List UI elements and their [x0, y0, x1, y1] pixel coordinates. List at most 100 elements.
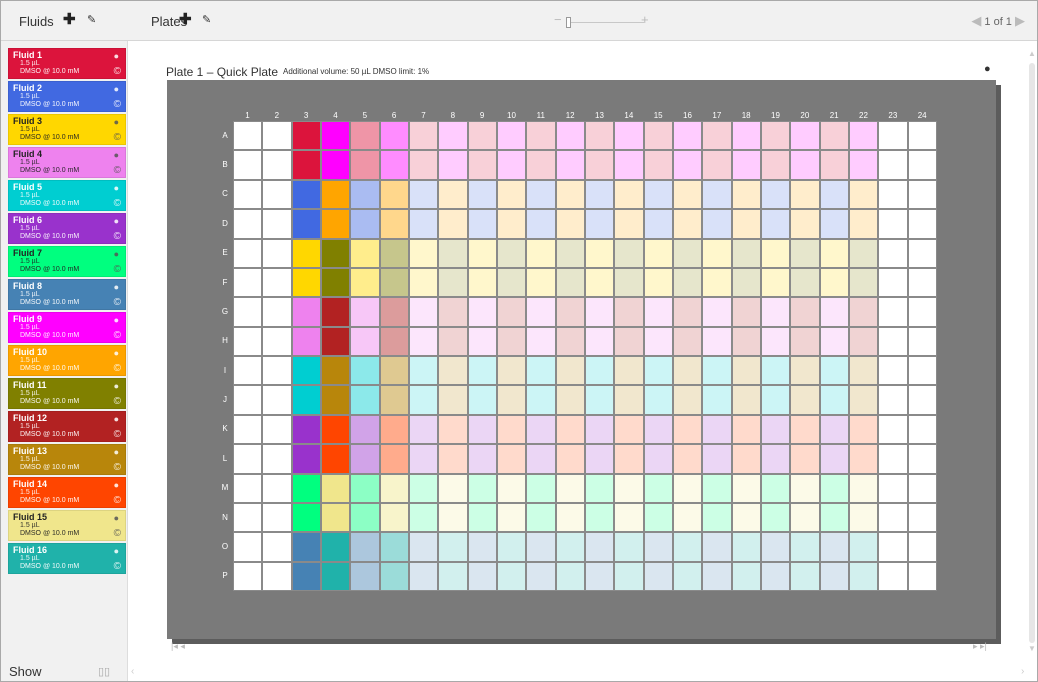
well[interactable] [673, 121, 703, 151]
well[interactable] [702, 121, 732, 151]
well[interactable] [350, 473, 380, 503]
well[interactable] [379, 238, 409, 268]
zoom-track[interactable] [566, 22, 644, 23]
well[interactable] [702, 561, 732, 591]
drop-icon[interactable]: ● [114, 84, 119, 94]
well[interactable] [790, 267, 820, 298]
copy-icon[interactable]: © [114, 528, 121, 539]
fluid-card[interactable]: Fluid 2 1.5 µL DMSO @ 10.0 mM ● © [8, 81, 126, 112]
well[interactable] [731, 385, 761, 415]
well[interactable] [438, 326, 468, 356]
well[interactable] [849, 473, 879, 503]
well[interactable] [555, 561, 585, 591]
well[interactable] [731, 502, 761, 533]
add-fluid-plus-icon[interactable]: ✚ [63, 12, 76, 28]
well[interactable] [555, 532, 585, 562]
well[interactable] [907, 532, 937, 562]
drop-icon[interactable]: ● [114, 249, 119, 259]
well[interactable] [555, 385, 585, 415]
well[interactable] [291, 444, 321, 474]
well[interactable] [379, 502, 409, 533]
fluid-card[interactable]: Fluid 11 1.5 µL DMSO @ 10.0 mM ● © [8, 378, 126, 409]
well[interactable] [643, 385, 673, 415]
well[interactable] [731, 561, 761, 591]
well[interactable] [878, 238, 908, 268]
well[interactable] [761, 238, 791, 268]
scroll-down-icon[interactable]: ▼ [1028, 644, 1036, 653]
well[interactable] [702, 444, 732, 474]
well[interactable] [673, 326, 703, 356]
well[interactable] [585, 121, 615, 151]
plate-scroll-last-icon[interactable]: ▸ ▸| [973, 641, 987, 652]
well[interactable] [585, 561, 615, 591]
well[interactable] [878, 502, 908, 533]
well[interactable] [438, 121, 468, 151]
copy-icon[interactable]: © [114, 363, 121, 374]
drop-icon[interactable]: ● [114, 216, 119, 226]
well[interactable] [555, 502, 585, 533]
copy-icon[interactable]: © [114, 429, 121, 440]
well[interactable] [233, 150, 263, 180]
well[interactable] [350, 179, 380, 210]
well[interactable] [849, 121, 879, 151]
well[interactable] [790, 532, 820, 562]
well[interactable] [702, 179, 732, 210]
well[interactable] [350, 238, 380, 268]
fluid-card[interactable]: Fluid 5 1.5 µL DMSO @ 10.0 mM ● © [8, 180, 126, 211]
well[interactable] [409, 297, 439, 327]
well[interactable] [702, 414, 732, 445]
well[interactable] [555, 356, 585, 386]
well[interactable] [731, 297, 761, 327]
well[interactable] [673, 297, 703, 327]
well[interactable] [291, 502, 321, 533]
copy-icon[interactable]: © [114, 462, 121, 473]
well[interactable] [819, 502, 849, 533]
drop-icon[interactable]: ● [114, 315, 119, 325]
well[interactable] [761, 297, 791, 327]
well[interactable] [819, 209, 849, 239]
well[interactable] [819, 150, 849, 180]
well[interactable] [878, 297, 908, 327]
well[interactable] [526, 121, 556, 151]
well[interactable] [819, 267, 849, 298]
well[interactable] [379, 150, 409, 180]
well[interactable] [673, 267, 703, 298]
well[interactable] [233, 238, 263, 268]
well[interactable] [497, 444, 527, 474]
drop-icon[interactable]: ● [114, 348, 119, 358]
well[interactable] [790, 150, 820, 180]
well[interactable] [673, 561, 703, 591]
well[interactable] [233, 385, 263, 415]
well[interactable] [878, 356, 908, 386]
well[interactable] [526, 561, 556, 591]
well[interactable] [497, 414, 527, 445]
well[interactable] [849, 297, 879, 327]
well[interactable] [731, 326, 761, 356]
well[interactable] [761, 532, 791, 562]
well[interactable] [233, 179, 263, 210]
horizontal-scroll-left-icon[interactable]: ‹ [131, 666, 134, 677]
well[interactable] [467, 561, 497, 591]
copy-icon[interactable]: © [114, 99, 121, 110]
next-page-icon[interactable]: ▶ [1015, 13, 1025, 28]
well[interactable] [526, 414, 556, 445]
well[interactable] [819, 444, 849, 474]
drop-icon[interactable]: ● [114, 150, 119, 160]
well[interactable] [849, 414, 879, 445]
well[interactable] [819, 238, 849, 268]
vertical-scrollbar[interactable] [1029, 63, 1035, 643]
well[interactable] [614, 502, 644, 533]
edit-fluid-pencil-icon[interactable]: ✎ [87, 13, 96, 26]
well[interactable] [731, 532, 761, 562]
well[interactable] [321, 209, 351, 239]
well[interactable] [849, 326, 879, 356]
fluid-card[interactable]: Fluid 14 1.5 µL DMSO @ 10.0 mM ● © [8, 477, 126, 508]
well[interactable] [321, 150, 351, 180]
well[interactable] [438, 267, 468, 298]
well[interactable] [262, 444, 292, 474]
well[interactable] [614, 150, 644, 180]
fluid-card[interactable]: Fluid 10 1.5 µL DMSO @ 10.0 mM ● © [8, 345, 126, 376]
well[interactable] [878, 532, 908, 562]
well[interactable] [321, 121, 351, 151]
well[interactable] [350, 150, 380, 180]
